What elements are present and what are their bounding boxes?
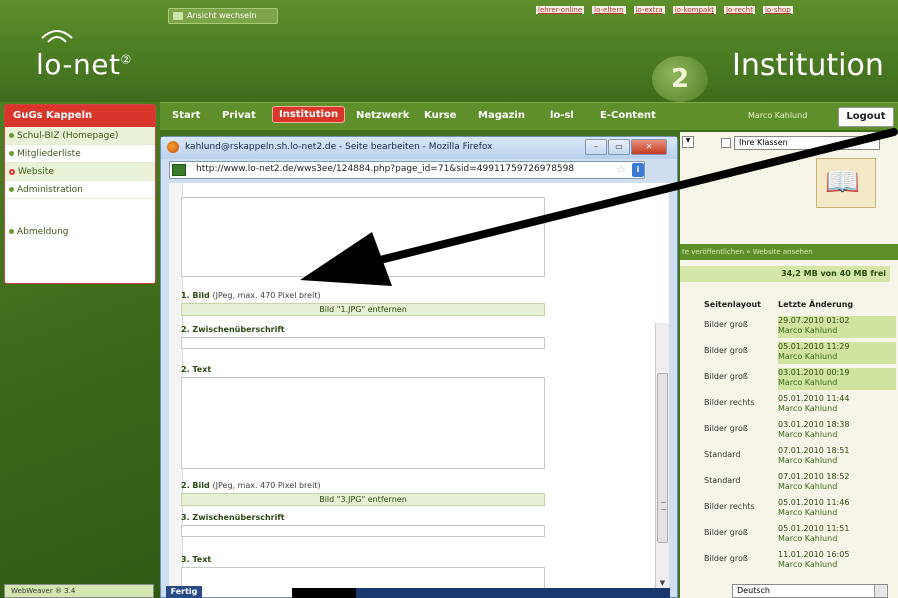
url-bar[interactable]: http://www.lo-net2.de/wws3ee/124884.php?… <box>169 161 645 179</box>
window-title: kahlund@rskappeln.sh.lo-net2.de - Seite … <box>185 142 493 152</box>
taskbar-segment <box>292 588 356 598</box>
remove-image-2-button[interactable]: Bild "3.JPG" entfernen <box>181 493 545 506</box>
table-row[interactable]: Bilder rechts 05.01.2010 11:44 Marco Kahlu… <box>680 392 898 418</box>
window-controls: – ▭ ✕ <box>585 139 667 155</box>
bookmark-star-icon[interactable]: ☆ <box>616 163 626 176</box>
url-text: http://www.lo-net2.de/wws3ee/124884.php?… <box>196 164 575 174</box>
top-link-lo-eltern[interactable]: lo-eltern <box>592 6 626 14</box>
scrollbar-thumb[interactable] <box>657 373 668 543</box>
bullet-icon <box>9 168 15 175</box>
top-link-lo-extra[interactable]: lo-extra <box>633 6 665 14</box>
col-header-layout: Seitenlayout <box>704 300 761 309</box>
switch-view-button[interactable]: Ansicht wechseln <box>168 8 278 24</box>
table-row[interactable]: Bilder groß 03.01.2010 18:38 Marco Kahlund <box>680 418 898 444</box>
website-actions[interactable]: te veröffentlichen » Website ansehen <box>680 244 898 260</box>
nav-e-content[interactable]: E-Content <box>600 110 656 121</box>
sidebar-item-abmeldung[interactable]: Abmeldung <box>5 223 155 241</box>
sidebar: GuGs Kappeln Schul-BIZ (Homepage) Mitgli… <box>4 104 156 284</box>
book-image: 📖 <box>816 158 876 208</box>
text3-label: 3. Text <box>181 555 212 564</box>
table-row[interactable]: Bilder groß 29.07.2010 01:02 Marco Kahlund <box>680 314 898 340</box>
text2-label: 2. Text <box>181 365 212 374</box>
firefox-icon <box>167 141 179 153</box>
table-row[interactable]: Standard 07.01.2010 18:52 Marco Kahlund <box>680 470 898 496</box>
zwischen2-label: 2. Zwischenüberschrift <box>181 325 285 334</box>
top-link-lo-shop[interactable]: lo-shop <box>762 6 793 14</box>
edit-page-content: 1. Bild (JPeg, max. 470 Pixel breit) Bil… <box>169 183 669 597</box>
table-row[interactable]: Bilder groß 05.01.2010 11:51 Marco Kahlund <box>680 522 898 548</box>
storage-info: 34,2 MB von 40 MB frei <box>680 266 890 282</box>
table-row[interactable]: Bilder groß 05.01.2010 11:29 Marco Kahlund <box>680 340 898 366</box>
table-row[interactable]: Bilder rechts 05.01.2010 11:46 Marco Kahlu… <box>680 496 898 522</box>
main-nav: Start Privat Institution Netzwerk Kurse … <box>160 102 898 130</box>
top-link-lo-recht[interactable]: lo-recht <box>724 6 755 14</box>
nav-start[interactable]: Start <box>172 110 200 121</box>
lonet-logo[interactable]: lo-net② <box>36 48 132 81</box>
close-button[interactable]: ✕ <box>631 139 667 155</box>
feed-icon[interactable]: i <box>632 163 644 177</box>
maximize-button[interactable]: ▭ <box>608 139 630 155</box>
chevron-down-icon <box>721 138 731 148</box>
grip-icon <box>661 502 666 510</box>
table-row[interactable]: Standard 07.01.2010 18:51 Marco Kahlund <box>680 444 898 470</box>
col-header-change: Letzte Änderung <box>778 300 854 309</box>
open-book-icon: 📖 <box>825 165 860 198</box>
bullet-icon <box>9 187 14 192</box>
sidebar-item-mitgliederliste[interactable]: Mitgliederliste <box>5 145 155 163</box>
bullet-icon <box>9 151 14 156</box>
nav-institution[interactable]: Institution <box>272 106 346 123</box>
bild2-label: 2. Bild (JPeg, max. 470 Pixel breit) <box>181 481 321 490</box>
bullet-icon <box>9 133 14 138</box>
brand-title: Institution <box>732 48 884 83</box>
user-name: Marco Kahlund <box>748 111 808 120</box>
top-link-lo-kompakt[interactable]: lo-kompakt <box>672 6 717 14</box>
bullet-icon <box>9 229 14 234</box>
subheading-3-input[interactable] <box>181 525 545 537</box>
webweaver-version: WebWeaver ® 3.4 <box>4 584 154 598</box>
sidebar-item-homepage[interactable]: Schul-BIZ (Homepage) <box>5 127 155 145</box>
subheading-2-input[interactable] <box>181 337 545 349</box>
table-row[interactable]: Bilder groß 11.01.2010 16:05 Marco Kahlund <box>680 548 898 574</box>
window-titlebar[interactable]: kahlund@rskappeln.sh.lo-net2.de - Seite … <box>161 137 677 159</box>
sidebar-title: GuGs Kappeln <box>5 105 155 127</box>
chevron-down-icon[interactable] <box>874 585 886 597</box>
text-2-area[interactable] <box>181 377 545 469</box>
nav-lo-sl[interactable]: lo-sl <box>550 110 574 121</box>
table-row[interactable]: Bilder groß 03.01.2010 00:19 Marco Kahlund <box>680 366 898 392</box>
nav-netzwerk[interactable]: Netzwerk <box>356 110 409 121</box>
bild1-label: 1. Bild (JPeg, max. 470 Pixel breit) <box>181 291 321 300</box>
content-scrollbar[interactable]: ▼ <box>655 323 669 597</box>
minimize-button[interactable]: – <box>585 139 607 155</box>
logout-button[interactable]: Logout <box>838 107 894 127</box>
site-identity-icon[interactable] <box>172 164 186 176</box>
nav-magazin[interactable]: Magazin <box>478 110 525 121</box>
zwischen3-label: 3. Zwischenüberschrift <box>181 513 285 522</box>
class-select[interactable]: Ihre Klassen <box>721 136 880 150</box>
remove-image-1-button[interactable]: Bild "1.JPG" entfernen <box>181 303 545 316</box>
status-ready: Fertig <box>166 586 202 598</box>
top-links: lehrer-online lo-eltern lo-extra lo-komp… <box>536 6 793 14</box>
monitor-icon <box>173 12 183 20</box>
sidebar-item-administration[interactable]: Administration <box>5 181 155 199</box>
language-select[interactable]: Deutsch <box>732 584 888 598</box>
sidebar-item-website[interactable]: Website <box>5 163 155 181</box>
text-area-1[interactable] <box>181 197 545 277</box>
nav-privat[interactable]: Privat <box>222 110 256 121</box>
firefox-popup-window: kahlund@rskappeln.sh.lo-net2.de - Seite … <box>160 136 678 598</box>
version-badge: 2 <box>652 56 708 102</box>
taskbar-bar <box>356 588 670 598</box>
nav-kurse[interactable]: Kurse <box>424 110 456 121</box>
signal-icon <box>41 30 73 43</box>
top-link-lehrer-online[interactable]: lehrer-online <box>536 6 585 14</box>
filter-dropdown[interactable]: ▼ <box>682 136 694 148</box>
